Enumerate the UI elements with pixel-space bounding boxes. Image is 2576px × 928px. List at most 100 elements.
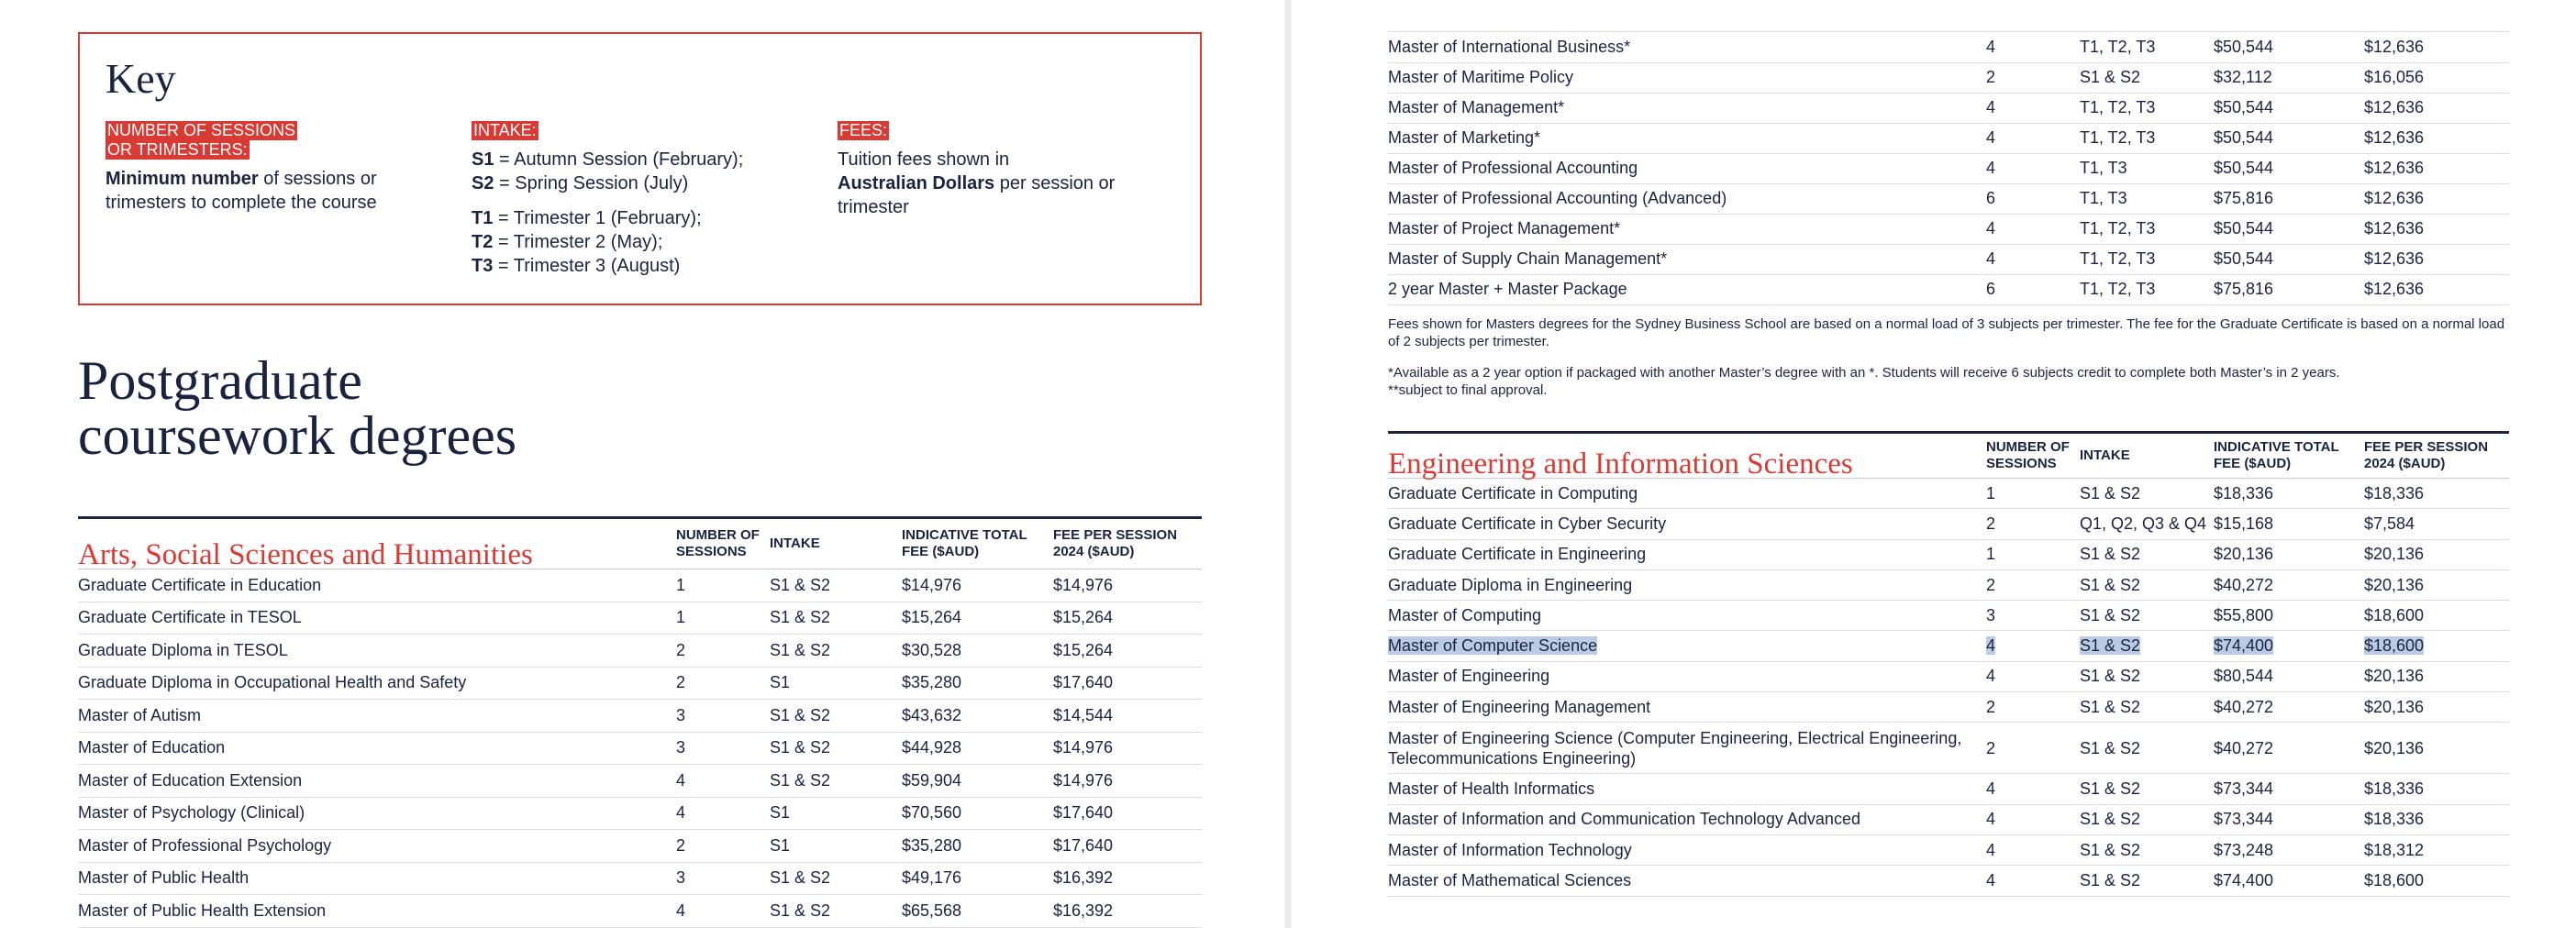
cell-intake-text: T1, T3	[2080, 159, 2127, 177]
business-footnotes: *Available as a 2 year option if package…	[1388, 364, 2509, 399]
col-total-l2: FEE ($AUD)	[902, 544, 980, 559]
cell-intake: S1 & S2	[2080, 569, 2214, 602]
col-per-header: FEE PER SESSION 2024 ($AUD)	[1053, 516, 1202, 569]
cell-total: $32,112	[2214, 62, 2364, 94]
cell-sessions-text: 1	[676, 575, 686, 594]
cell-intake-text: T1, T2, T3	[2080, 37, 2156, 56]
cell-sessions: 4	[1986, 630, 2080, 662]
engineering-table-body: Graduate Certificate in Computing 1 S1 & S…	[1388, 478, 2509, 897]
cell-per: $18,600	[2364, 865, 2509, 897]
table-row: Master of Management* 4 T1, T2, T3 $50,544 $…	[1388, 93, 2509, 124]
cell-name: Master of Education Extension	[78, 764, 676, 798]
cell-intake: S1 & S2	[2080, 691, 2214, 724]
page-title: Postgraduate coursework degrees	[78, 353, 516, 463]
cell-per-text: $16,392	[1053, 868, 1114, 888]
cell-sessions-text: 4	[1986, 667, 1996, 686]
cell-total-text: $73,248	[2214, 840, 2274, 859]
cell-name-text: Master of Computing	[1388, 605, 1542, 624]
table-row: Master of Supply Chain Management* 4 T1, T…	[1388, 244, 2509, 275]
engineering-section-title: Engineering and Information Sciences	[1388, 431, 1986, 480]
cell-total-text: $20,136	[2214, 545, 2274, 564]
cell-total: $74,400	[2214, 630, 2364, 662]
cell-intake: T1, T2, T3	[2080, 244, 2214, 275]
cell-intake-text: S1 & S2	[2080, 738, 2141, 757]
cell-name-text: Master of Computer Science	[1388, 636, 1598, 656]
arts-table-header: Arts, Social Sciences and Humanities NUM…	[78, 516, 1202, 570]
cell-intake: S1 & S2	[770, 732, 902, 765]
cell-per: $12,636	[2364, 274, 2509, 305]
cell-intake-text: S1 & S2	[770, 575, 831, 594]
cell-name-text: Graduate Diploma in Occupational Health …	[78, 673, 467, 692]
cell-name: Graduate Diploma in Engineering	[1388, 569, 1986, 602]
cell-sessions: 1	[676, 602, 770, 635]
table-row: Graduate Certificate in Education 1 S1 & S…	[78, 569, 1202, 602]
cell-per-text: $18,600	[2364, 870, 2425, 889]
table-row: Master of Information and Communication …	[1388, 804, 2509, 835]
table-row: Master of Mathematical Sciences 4 S1 & S2 $…	[1388, 865, 2509, 897]
cell-intake: S1 & S2	[2080, 834, 2214, 867]
cell-sessions: 3	[676, 732, 770, 765]
cell-name-text: Master of Professional Psychology	[78, 835, 332, 855]
cell-per: $18,600	[2364, 630, 2509, 662]
cell-name: Master of Engineering Science (Computer …	[1388, 722, 1986, 775]
cell-total-text: $40,272	[2214, 738, 2274, 757]
cell-sessions-text: 4	[1986, 98, 1996, 116]
table-row: Master of Maritime Policy 2 S1 & S2 $32,112…	[1388, 62, 2509, 94]
cell-per: $12,636	[2364, 153, 2509, 184]
table-row: Graduate Certificate in TESOL 1 S1 & S2 $15…	[78, 602, 1202, 635]
cell-total: $75,816	[2214, 274, 2364, 305]
cell-intake-text: S1	[770, 835, 791, 855]
cell-per-text: $20,136	[2364, 545, 2425, 564]
key-box: Key NUMBER OF SESSIONS OR TRIMESTERS: Mi…	[78, 32, 1202, 305]
cell-sessions: 6	[1986, 183, 2080, 215]
cell-sessions: 3	[1986, 600, 2080, 632]
cell-total-text: $75,816	[2214, 189, 2274, 207]
cell-sessions-text: 4	[1986, 37, 1996, 56]
cell-total: $50,544	[2214, 153, 2364, 184]
cell-per-text: $20,136	[2364, 738, 2425, 757]
eng-col-total-l1: INDICATIVE TOTAL	[2214, 439, 2339, 455]
cell-total-text: $44,928	[902, 738, 962, 757]
cell-name-text: Master of Marketing*	[1388, 128, 1541, 147]
cell-total-text: $30,528	[902, 640, 962, 659]
arts-fee-table: Arts, Social Sciences and Humanities NUM…	[78, 516, 1202, 928]
table-row: Graduate Certificate in Engineering 1 S1 &…	[1388, 539, 2509, 570]
cell-sessions-text: 1	[676, 608, 686, 627]
cell-intake-text: S1	[770, 803, 791, 823]
cell-per: $14,976	[1053, 732, 1202, 765]
cell-per-text: $17,640	[1053, 673, 1114, 692]
cell-intake-text: S1 & S2	[770, 770, 831, 790]
cell-total: $15,264	[902, 602, 1053, 635]
cell-sessions-text: 2	[1986, 738, 1996, 757]
cell-total-text: $50,544	[2214, 98, 2274, 116]
cell-sessions: 4	[1986, 93, 2080, 124]
col-sessions-l2: SESSIONS	[676, 544, 747, 559]
cell-intake: S1 & S2	[770, 602, 902, 635]
eng-col-total-l2: FEE ($AUD)	[2214, 456, 2292, 471]
cell-name-text: Graduate Certificate in Computing	[1388, 483, 1638, 503]
cell-intake: S1 & S2	[770, 894, 902, 928]
cell-per-text: $12,636	[2364, 189, 2425, 207]
note-2-line1: *Available as a 2 year option if package…	[1388, 365, 2340, 381]
cell-sessions: 4	[1986, 834, 2080, 867]
cell-sessions: 4	[1986, 123, 2080, 154]
cell-total: $49,176	[902, 862, 1053, 895]
cell-sessions-text: 4	[1986, 840, 1996, 859]
cell-sessions: 2	[1986, 569, 2080, 602]
cell-per-text: $12,636	[2364, 128, 2425, 147]
cell-name-text: Master of Public Health	[78, 868, 250, 888]
fees-desc-pre: Tuition fees shown in	[838, 149, 1010, 170]
key-intake: INTAKE: S1 = Autumn Session (February); …	[472, 121, 802, 278]
cell-name-text: Master of Management*	[1388, 98, 1565, 116]
cell-total: $55,800	[2214, 600, 2364, 632]
cell-total: $44,928	[902, 732, 1053, 765]
cell-intake-text: S1 & S2	[2080, 667, 2141, 686]
cell-name: Master of Engineering	[1388, 661, 1986, 693]
cell-intake-text: S1 & S2	[770, 738, 831, 757]
note-2-line2: **subject to final approval.	[1388, 382, 1548, 398]
cell-sessions-text: 2	[1986, 575, 1996, 594]
business-table-body: Master of International Business* 4 T1, T2…	[1388, 32, 2509, 305]
cell-name-text: Master of Autism	[78, 705, 202, 724]
cell-per-text: $14,976	[1053, 575, 1114, 594]
cell-sessions-text: 1	[1986, 483, 1996, 503]
